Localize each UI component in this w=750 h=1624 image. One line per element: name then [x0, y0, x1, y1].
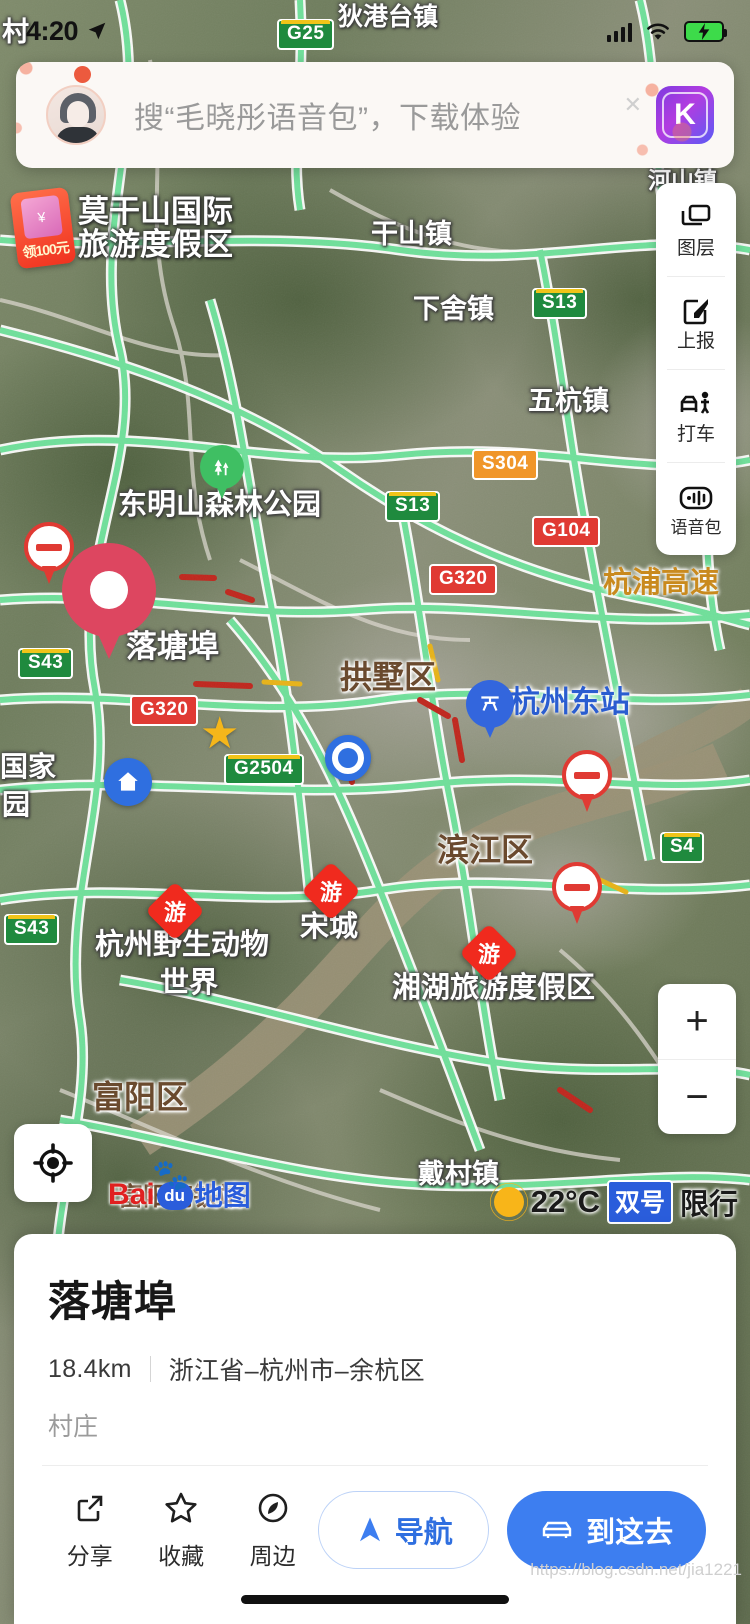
home-indicator — [241, 1595, 509, 1604]
zoom-controls: + − — [658, 984, 736, 1134]
map-pin-no-entry[interactable] — [552, 862, 602, 924]
map-tool-panel: 图层 上报 打车 语音包 — [656, 183, 736, 555]
map-pin-park[interactable] — [200, 445, 244, 499]
favorite-label: 收藏 — [158, 1543, 205, 1569]
tool-item-voice-package[interactable]: 语音包 — [656, 462, 736, 555]
sunny-icon — [486, 1180, 531, 1224]
poi-address: 浙江省–杭州市–余杭区 — [168, 1357, 425, 1385]
status-bar-right — [606, 20, 727, 42]
wifi-icon — [647, 23, 669, 40]
layers-icon — [680, 201, 712, 235]
favorite-button[interactable]: 收藏 — [135, 1488, 226, 1571]
watermark: https://blog.csdn.net/jia1221 — [530, 1560, 742, 1579]
poi-category: 村庄 — [48, 1413, 99, 1441]
zoom-in-button[interactable]: + — [658, 984, 736, 1060]
map-pin-home[interactable] — [104, 758, 152, 806]
battery-charging-icon — [684, 20, 727, 42]
navigate-label: 导航 — [394, 1516, 453, 1549]
report-edit-icon — [681, 294, 711, 328]
coupon-badge-icon[interactable]: 领100元 — [9, 186, 77, 270]
status-time: 4:20 — [26, 15, 79, 46]
star-favorite-icon — [164, 1488, 198, 1528]
tool-item-layers[interactable]: 图层 — [656, 183, 736, 276]
nearby-label: 周边 — [249, 1543, 296, 1569]
voice-package-icon — [679, 481, 713, 515]
kuaishou-logo-icon[interactable]: K — [656, 86, 714, 144]
coupon-title-line1: 莫干山国际 — [78, 193, 233, 229]
map-pin-star-favorite[interactable]: ★ — [200, 712, 239, 756]
promo-banner-text: 搜“毛晓彤语音包”，下载体验 — [134, 102, 521, 135]
navigate-button[interactable]: 导航 — [318, 1490, 490, 1569]
map-pin-no-entry[interactable] — [562, 750, 612, 812]
navigation-arrow-icon — [88, 22, 106, 40]
crosshair-locate-icon — [33, 1143, 73, 1183]
poi-meta-divider — [149, 1356, 151, 1382]
coupon-amount: 领100元 — [21, 239, 70, 261]
poi-title: 落塘埠 — [48, 1278, 178, 1325]
user-avatar-icon — [46, 85, 106, 145]
share-icon — [74, 1488, 106, 1528]
go-there-label: 到这去 — [586, 1516, 674, 1549]
poi-meta-row: 18.4km 浙江省–杭州市–余杭区 — [48, 1351, 702, 1387]
status-bar: 4:20 — [0, 0, 750, 62]
restriction-text: 限行 — [679, 1189, 738, 1221]
weather-restriction-strip[interactable]: 22°C 双号 限行 — [486, 1180, 738, 1224]
go-there-button[interactable]: 到这去 — [507, 1490, 707, 1569]
map-pin-train-station[interactable] — [466, 680, 514, 738]
tool-item-taxi[interactable]: 打车 — [656, 369, 736, 462]
temperature-text: 22°C — [530, 1184, 600, 1219]
my-location-dot — [325, 735, 371, 781]
share-button[interactable]: 分享 — [44, 1488, 135, 1571]
navigation-arrow-icon — [359, 1517, 380, 1541]
close-icon[interactable]: ✕ — [624, 92, 642, 118]
selected-poi-pin[interactable] — [62, 543, 156, 661]
baidu-map-attribution: 🐾 Bai du 地图 — [108, 1159, 251, 1211]
tool-label-report: 上报 — [676, 331, 715, 352]
coupon-poi-label[interactable]: 领100元 莫干山国际 旅游度假区 — [9, 186, 233, 270]
nearby-button[interactable]: 周边 — [227, 1488, 318, 1571]
car-icon — [542, 1521, 572, 1538]
plate-rule-badge: 双号 — [606, 1180, 673, 1224]
coupon-card-shape — [20, 194, 63, 240]
avatar-notification-dot — [74, 66, 91, 83]
coupon-title-line2: 旅游度假区 — [78, 227, 233, 262]
taxi-hail-icon — [679, 387, 713, 421]
tool-label-layers: 图层 — [676, 238, 715, 259]
poi-distance: 18.4km — [48, 1354, 132, 1383]
poi-header: 落塘埠 18.4km 浙江省–杭州市–余杭区 村庄 — [14, 1234, 736, 1443]
baidu-paw-icon: 🐾 — [152, 1159, 190, 1192]
promo-search-banner[interactable]: 搜“毛晓彤语音包”，下载体验 ✕ K — [16, 62, 734, 168]
status-bar-left: 4:20 — [26, 16, 108, 47]
attribution-map-word: 地图 — [194, 1180, 251, 1211]
app-logo-label: K — [674, 98, 696, 131]
zoom-out-button[interactable]: − — [658, 1060, 736, 1135]
cellular-signal-icon — [606, 21, 632, 42]
tool-label-voice-package: 语音包 — [670, 518, 722, 537]
poi-action-bar: 分享 收藏 周边 导航 到这去 — [14, 1466, 736, 1571]
share-label: 分享 — [66, 1543, 113, 1569]
attribution-bai: Bai — [108, 1178, 155, 1211]
nearby-compass-icon — [257, 1488, 289, 1528]
tool-item-report[interactable]: 上报 — [656, 276, 736, 369]
coupon-poi-title: 莫干山国际 旅游度假区 — [78, 193, 233, 262]
locate-me-button[interactable] — [14, 1124, 92, 1202]
tool-label-taxi: 打车 — [676, 424, 715, 445]
